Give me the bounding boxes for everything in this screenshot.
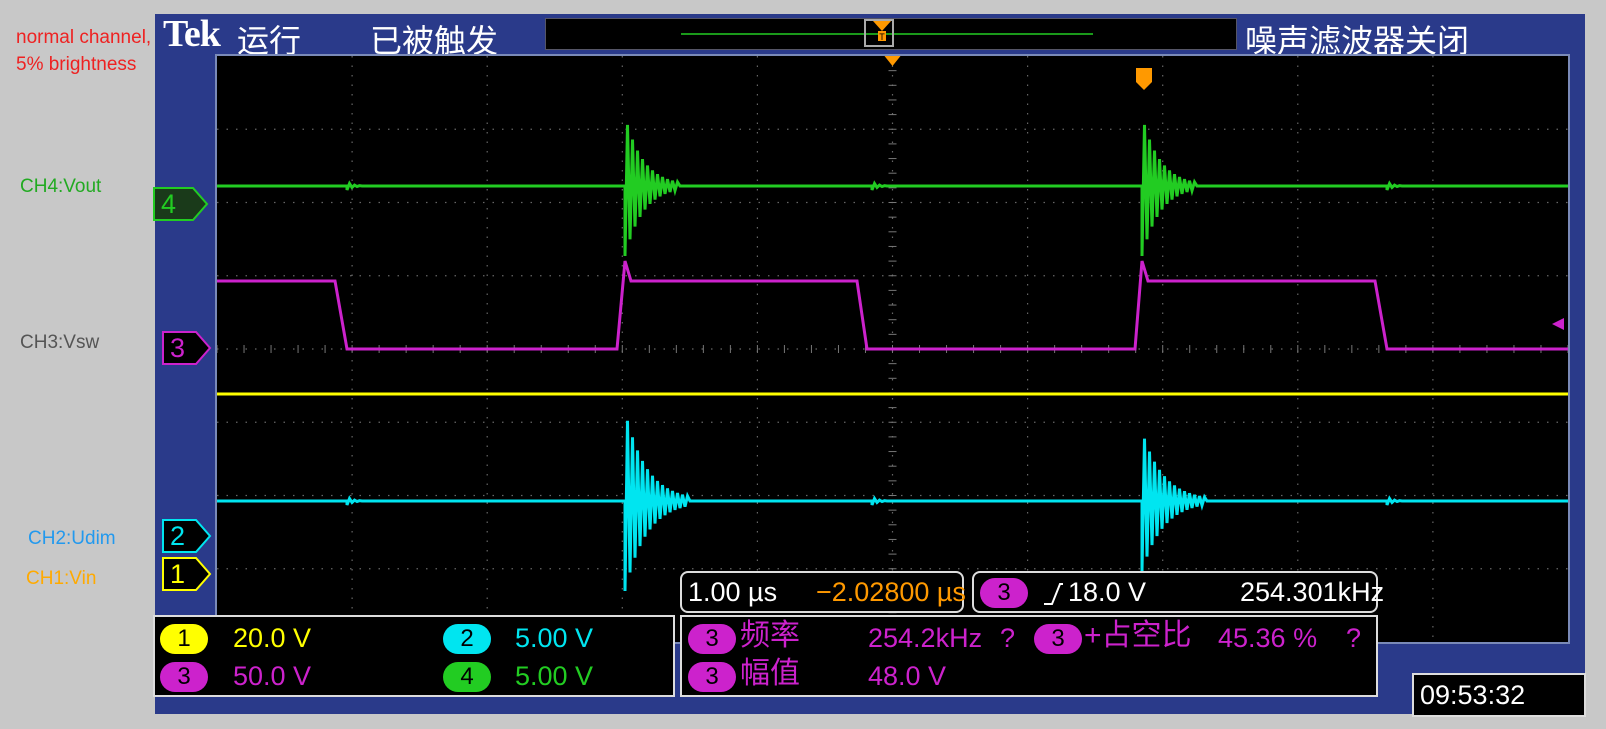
trigger-position-marker xyxy=(884,56,901,66)
measure2-value: 45.36 % xyxy=(1218,623,1318,653)
measure1-value: 254.2kHz xyxy=(868,623,983,653)
ch3-marker-label: 3 xyxy=(170,333,186,363)
measure1-name: 频率 xyxy=(740,619,800,652)
svg-text:T: T xyxy=(879,32,885,42)
annotation-ch4: CH4:Vout xyxy=(20,176,102,197)
ch2-ground-marker[interactable]: 2 xyxy=(162,519,212,553)
clock: 09:53:32 xyxy=(1412,673,1586,717)
annotation-ch3: CH3:Vsw xyxy=(20,332,100,353)
trigger-point-arrow xyxy=(1136,82,1152,90)
measure2-name: +占空比 xyxy=(1084,619,1192,652)
ch4-ground-marker[interactable]: 4 xyxy=(153,187,209,221)
measure2-flag: ? xyxy=(1346,623,1362,653)
measure3-value: 48.0 V xyxy=(868,661,947,691)
rising-edge-icon xyxy=(1044,583,1063,605)
channel-scale-panel: 1 20.0 V 2 5.00 V 3 50.0 V 4 5.00 V xyxy=(153,615,675,697)
ch3-ground-marker[interactable]: 3 xyxy=(162,331,212,365)
annotation-note-line1: normal channel, xyxy=(16,27,152,48)
measure1-channel-pill[interactable]: 3 xyxy=(688,624,736,654)
measure3-channel-pill[interactable]: 3 xyxy=(688,662,736,692)
ch1-ground-marker[interactable]: 1 xyxy=(162,557,212,591)
ch2-marker-label: 2 xyxy=(170,521,186,551)
timebase-readout[interactable]: 1.00 µs −2.02800 µs xyxy=(680,571,966,613)
trigger-source-pill: 3 xyxy=(980,578,1028,608)
waveform-graticule xyxy=(215,54,1570,644)
measurement-panel: 3 频率 254.2kHz ? 3 +占空比 45.36 % ? 3 幅值 48… xyxy=(680,615,1378,697)
trigger-level: 18.0 V xyxy=(1068,577,1147,607)
ch1-scale: 20.0 V xyxy=(233,623,312,653)
tek-logo: Tek xyxy=(163,13,221,55)
timebase-position: −2.02800 µs xyxy=(816,577,966,607)
ch1-marker-label: 1 xyxy=(170,559,186,589)
annotation-ch1: CH1:Vin xyxy=(26,568,97,589)
trigger-point-icon xyxy=(1136,68,1152,82)
status-bar: Tek 运行 已被触发 T 噪声滤波器关闭 xyxy=(155,13,1585,59)
ch4-scale: 5.00 V xyxy=(515,661,594,691)
trigger-readout[interactable]: 3 18.0 V 254.301kHz xyxy=(972,571,1384,613)
ch3-scale: 50.0 V xyxy=(233,661,312,691)
ch1-pill[interactable]: 1 xyxy=(160,624,208,654)
measure2-channel-pill[interactable]: 3 xyxy=(1034,624,1082,654)
annotation-ch2: CH2:Udim xyxy=(28,528,116,549)
measure1-flag: ? xyxy=(1000,623,1016,653)
measure3-name: 幅值 xyxy=(740,657,800,690)
trigger-frequency: 254.301kHz xyxy=(1240,577,1385,607)
ch3-pill[interactable]: 3 xyxy=(160,662,208,692)
annotation-note-line2: 5% brightness xyxy=(16,54,137,75)
record-view-bar: T xyxy=(545,18,1237,50)
ch4-pill[interactable]: 4 xyxy=(443,662,491,692)
ch4-marker-label: 4 xyxy=(161,189,177,219)
timebase-scale: 1.00 µs xyxy=(688,577,778,607)
ch2-pill[interactable]: 2 xyxy=(443,624,491,654)
trigger-position-icon: T xyxy=(873,21,891,42)
trigger-level-marker xyxy=(1552,318,1564,330)
ch2-scale: 5.00 V xyxy=(515,623,594,653)
graticule-svg xyxy=(217,56,1568,642)
